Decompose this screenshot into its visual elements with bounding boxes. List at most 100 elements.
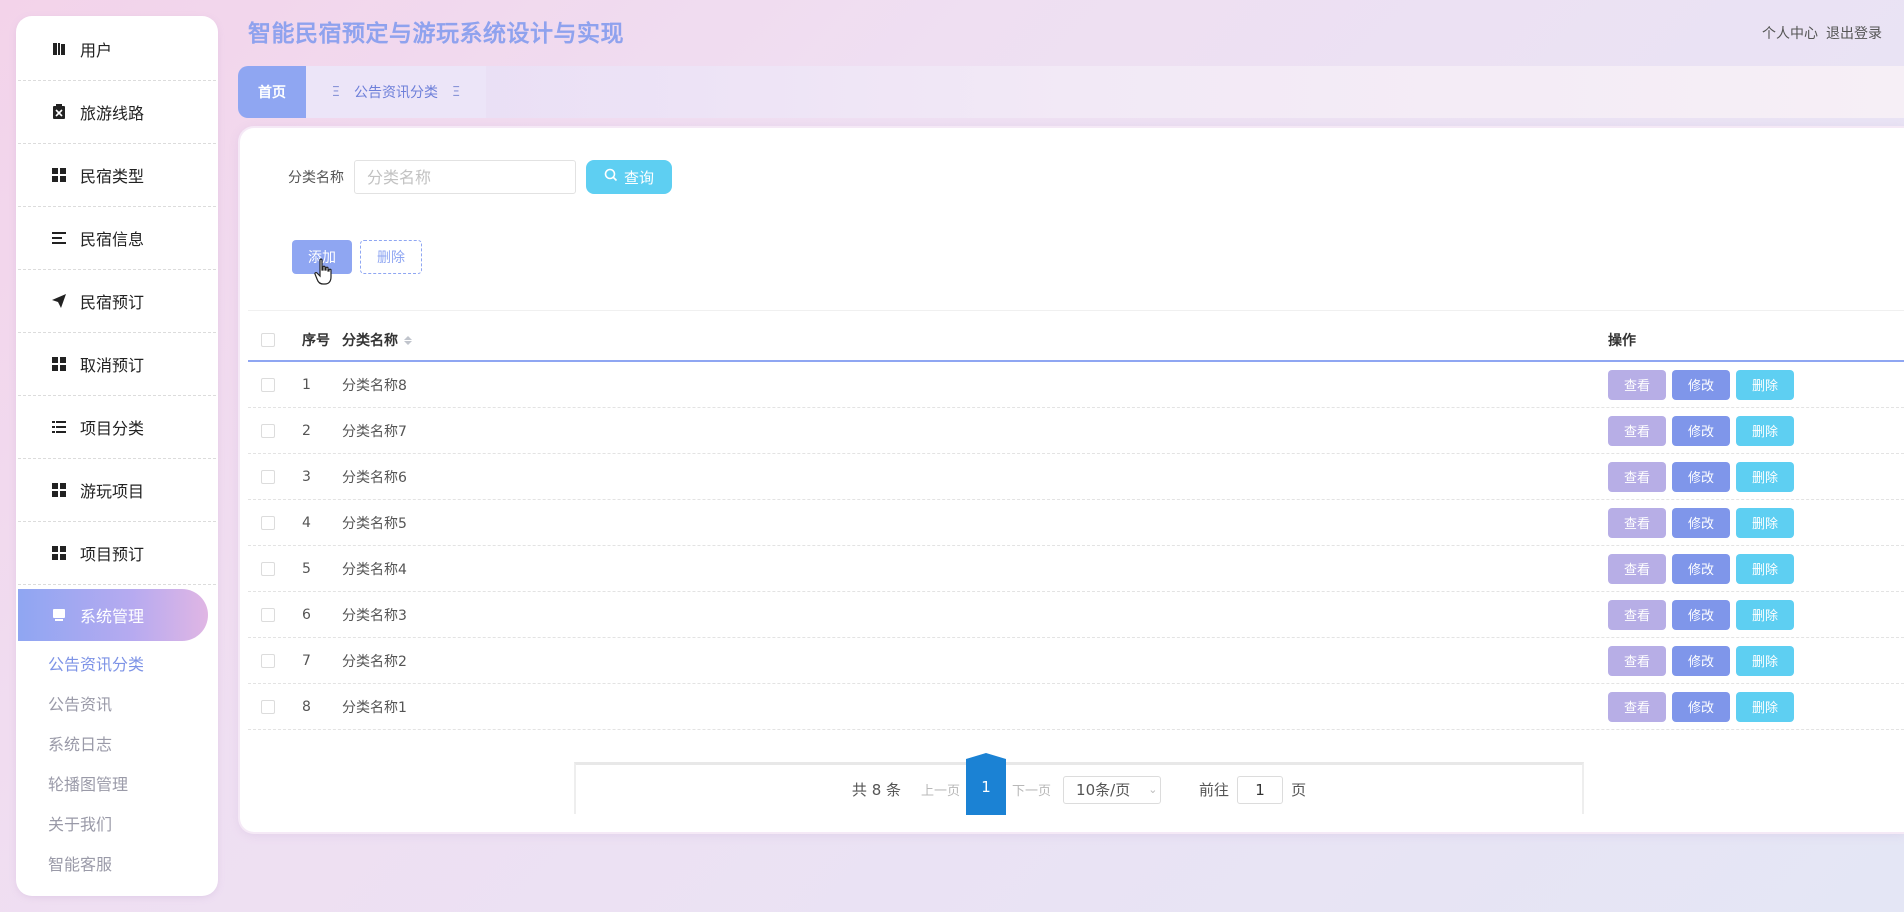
row-ops: 查看 修改 删除 bbox=[1608, 553, 1904, 584]
sidebar-item-project-category[interactable]: 项目分类 bbox=[18, 396, 216, 459]
row-checkbox[interactable] bbox=[261, 515, 275, 530]
row-ops: 查看 修改 删除 bbox=[1608, 369, 1904, 400]
row-checkbox[interactable] bbox=[261, 699, 275, 714]
logout-link[interactable]: 退出登录 bbox=[1826, 23, 1882, 43]
sidebar-item-cancel-booking[interactable]: 取消预订 bbox=[18, 333, 216, 396]
row-checkbox[interactable] bbox=[261, 561, 275, 576]
row-no: 8 bbox=[302, 698, 311, 715]
prev-page-button[interactable]: 上一页 bbox=[921, 780, 960, 799]
sidebar-item-user[interactable]: 用户 bbox=[18, 18, 216, 81]
row-checkbox-cell bbox=[248, 699, 288, 714]
header-name-cell[interactable]: 分类名称 bbox=[342, 330, 1608, 350]
delete-button[interactable]: 删除 bbox=[1736, 461, 1794, 492]
page-number-current[interactable]: 1 bbox=[966, 752, 1007, 815]
header-checkbox-cell bbox=[248, 333, 288, 347]
row-checkbox-cell bbox=[248, 653, 288, 668]
submenu-item-smart-service[interactable]: 智能客服 bbox=[48, 843, 216, 883]
goto-page-input[interactable] bbox=[1237, 775, 1284, 804]
submenu-item-system-log[interactable]: 系统日志 bbox=[48, 723, 216, 763]
submenu-item-about-us[interactable]: 关于我们 bbox=[48, 803, 216, 843]
book-icon bbox=[50, 40, 68, 58]
sidebar-item-system-management[interactable]: 系统管理 bbox=[18, 589, 208, 641]
sidebar-item-travel-route[interactable]: 旅游线路 bbox=[18, 81, 216, 144]
view-button[interactable]: 查看 bbox=[1608, 415, 1666, 446]
table-row: 7 分类名称2 查看 修改 删除 bbox=[248, 638, 1904, 684]
submenu-item-carousel[interactable]: 轮播图管理 bbox=[48, 763, 216, 803]
edit-button[interactable]: 修改 bbox=[1672, 507, 1730, 538]
batch-delete-button[interactable]: 删除 bbox=[360, 240, 422, 274]
page-size-value: 10条/页 bbox=[1076, 781, 1131, 799]
row-checkbox[interactable] bbox=[261, 653, 275, 668]
delete-button[interactable]: 删除 bbox=[1736, 645, 1794, 676]
delete-button[interactable]: 删除 bbox=[1736, 369, 1794, 400]
search-input[interactable] bbox=[354, 160, 576, 194]
sidebar: 用户 旅游线路 民宿类型 民宿信息 民宿预订 取消预订 项目分类 游玩项目 项目… bbox=[18, 18, 216, 894]
sidebar-item-homestay-booking[interactable]: 民宿预订 bbox=[18, 270, 216, 333]
view-button[interactable]: 查看 bbox=[1608, 553, 1666, 584]
tab-announcement-category[interactable]: Ξ 公告资讯分类 Ξ bbox=[306, 66, 486, 118]
clipboard-x-icon bbox=[50, 103, 68, 121]
sidebar-item-play-project[interactable]: 游玩项目 bbox=[18, 459, 216, 522]
table-body: 1 分类名称8 查看 修改 删除 2 分类名称7 查看 修改 删除 3 分类名称6 查看 修改 删除 4 分类名… bbox=[248, 362, 1904, 730]
next-page-button[interactable]: 下一页 bbox=[1012, 780, 1051, 799]
view-button[interactable]: 查看 bbox=[1608, 599, 1666, 630]
page-size-select[interactable]: 10条/页 ⌄ bbox=[1063, 775, 1162, 804]
sidebar-item-homestay-type[interactable]: 民宿类型 bbox=[18, 144, 216, 207]
edit-button[interactable]: 修改 bbox=[1672, 553, 1730, 584]
view-button[interactable]: 查看 bbox=[1608, 369, 1666, 400]
sidebar-item-homestay-info[interactable]: 民宿信息 bbox=[18, 207, 216, 270]
row-checkbox[interactable] bbox=[261, 607, 275, 622]
row-checkbox[interactable] bbox=[261, 469, 275, 484]
view-button[interactable]: 查看 bbox=[1608, 461, 1666, 492]
view-button[interactable]: 查看 bbox=[1608, 691, 1666, 722]
submenu-item-announcement-category[interactable]: 公告资讯分类 bbox=[48, 643, 216, 683]
row-checkbox-cell bbox=[248, 469, 288, 484]
delete-button[interactable]: 删除 bbox=[1736, 691, 1794, 722]
view-button[interactable]: 查看 bbox=[1608, 507, 1666, 538]
row-no: 6 bbox=[302, 606, 311, 623]
view-button[interactable]: 查看 bbox=[1608, 645, 1666, 676]
delete-button[interactable]: 删除 bbox=[1736, 553, 1794, 584]
sidebar-menu: 用户 旅游线路 民宿类型 民宿信息 民宿预订 取消预订 项目分类 游玩项目 项目… bbox=[18, 18, 216, 585]
pagination-total: 共 8 条 bbox=[851, 781, 902, 799]
edit-button[interactable]: 修改 bbox=[1672, 415, 1730, 446]
row-name: 分类名称6 bbox=[342, 469, 407, 486]
sidebar-item-project-booking[interactable]: 项目预订 bbox=[18, 522, 216, 585]
sidebar-item-label: 系统管理 bbox=[80, 607, 145, 626]
delete-button[interactable]: 删除 bbox=[1736, 507, 1794, 538]
sort-icon[interactable] bbox=[404, 335, 412, 345]
row-checkbox-cell bbox=[248, 515, 288, 530]
search-label: 分类名称 bbox=[288, 170, 344, 186]
row-no: 1 bbox=[302, 376, 311, 393]
row-ops: 查看 修改 删除 bbox=[1608, 691, 1904, 722]
edit-button[interactable]: 修改 bbox=[1672, 691, 1730, 722]
edit-button[interactable]: 修改 bbox=[1672, 645, 1730, 676]
row-name: 分类名称4 bbox=[342, 561, 407, 578]
divider bbox=[248, 310, 1904, 311]
row-checkbox[interactable] bbox=[261, 377, 275, 392]
row-ops: 查看 修改 删除 bbox=[1608, 415, 1904, 446]
delete-button[interactable]: 删除 bbox=[1736, 415, 1794, 446]
select-all-checkbox[interactable] bbox=[261, 333, 275, 347]
table-row: 5 分类名称4 查看 修改 删除 bbox=[248, 546, 1904, 592]
submenu-item-announcement[interactable]: 公告资讯 bbox=[48, 683, 216, 723]
edit-button[interactable]: 修改 bbox=[1672, 599, 1730, 630]
action-row: 添加 删除 bbox=[292, 240, 422, 274]
search-button[interactable]: 查询 bbox=[586, 160, 672, 194]
sidebar-item-label: 民宿信息 bbox=[80, 230, 145, 249]
pagination: 共 8 条 上一页 1 下一页 10条/页 ⌄ 前往 页 bbox=[574, 752, 1584, 815]
paper-plane-icon bbox=[50, 292, 68, 310]
header-no: 序号 bbox=[302, 333, 330, 349]
tab-home[interactable]: 首页 bbox=[238, 66, 306, 118]
edit-button[interactable]: 修改 bbox=[1672, 369, 1730, 400]
row-no: 4 bbox=[302, 514, 311, 531]
sidebar-item-label: 游玩项目 bbox=[80, 482, 145, 501]
delete-button[interactable]: 删除 bbox=[1736, 599, 1794, 630]
menu-glyph-icon: Ξ bbox=[452, 84, 461, 100]
profile-link[interactable]: 个人中心 bbox=[1762, 23, 1818, 43]
row-checkbox-cell bbox=[248, 423, 288, 438]
row-checkbox[interactable] bbox=[261, 423, 275, 438]
tab-bar: 首页 Ξ 公告资讯分类 Ξ bbox=[238, 66, 1904, 118]
table-row: 1 分类名称8 查看 修改 删除 bbox=[248, 362, 1904, 408]
edit-button[interactable]: 修改 bbox=[1672, 461, 1730, 492]
